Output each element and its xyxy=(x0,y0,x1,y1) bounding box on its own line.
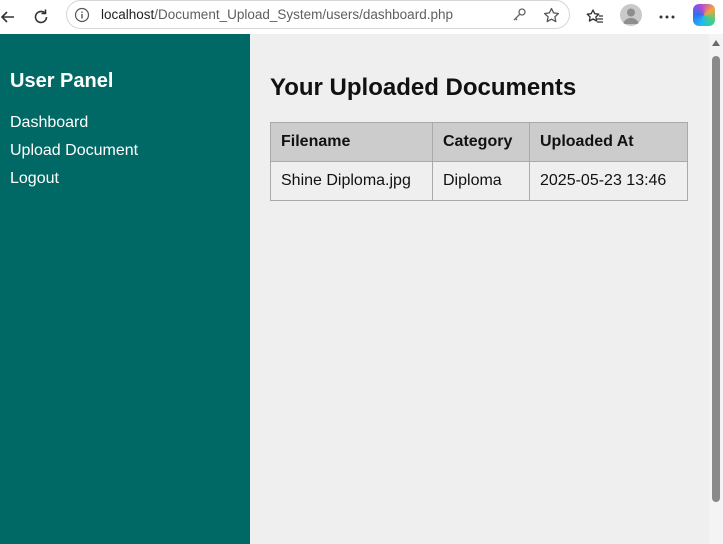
scroll-up-arrow-icon[interactable] xyxy=(712,40,720,46)
column-header-filename: Filename xyxy=(270,122,433,162)
page-content: User Panel Dashboard Upload Document Log… xyxy=(0,34,709,544)
scrollbar-thumb[interactable] xyxy=(712,56,720,502)
sidebar-title: User Panel xyxy=(10,70,114,92)
browser-toolbar: localhost/Document_Upload_System/users/d… xyxy=(0,0,723,34)
cell-uploaded-at: 2025-05-23 13:46 xyxy=(529,161,688,201)
cell-category: Diploma xyxy=(432,161,530,201)
url-host: localhost xyxy=(101,7,155,22)
profile-avatar[interactable] xyxy=(620,4,642,26)
back-arrow-icon[interactable] xyxy=(0,3,22,31)
nav-link-upload-document[interactable]: Upload Document xyxy=(10,142,138,160)
documents-table: Filename Category Uploaded At Shine Dipl… xyxy=(270,122,688,201)
favorites-icon[interactable] xyxy=(581,3,609,31)
site-info-icon[interactable] xyxy=(74,7,90,23)
nav-link-logout[interactable]: Logout xyxy=(10,170,59,188)
favorite-star-icon[interactable] xyxy=(543,7,560,23)
copilot-icon[interactable] xyxy=(693,4,715,26)
url-path: /Document_Upload_System/users/dashboard.… xyxy=(154,7,453,22)
address-bar[interactable]: localhost/Document_Upload_System/users/d… xyxy=(66,0,570,29)
vertical-scrollbar[interactable] xyxy=(709,34,723,544)
key-icon[interactable] xyxy=(511,7,527,23)
nav-link-dashboard[interactable]: Dashboard xyxy=(10,114,88,132)
column-header-uploaded-at: Uploaded At xyxy=(529,122,688,162)
main-content: Your Uploaded Documents Filename Categor… xyxy=(250,34,709,544)
url-text[interactable]: localhost/Document_Upload_System/users/d… xyxy=(101,7,453,22)
more-options-icon[interactable] xyxy=(653,3,681,31)
page-title: Your Uploaded Documents xyxy=(270,74,577,101)
refresh-icon[interactable] xyxy=(27,3,55,31)
column-header-category: Category xyxy=(432,122,530,162)
table-header-row: Filename Category Uploaded At xyxy=(270,122,688,162)
sidebar: User Panel Dashboard Upload Document Log… xyxy=(0,34,250,544)
table-row: Shine Diploma.jpg Diploma 2025-05-23 13:… xyxy=(270,161,688,201)
cell-filename: Shine Diploma.jpg xyxy=(270,161,433,201)
